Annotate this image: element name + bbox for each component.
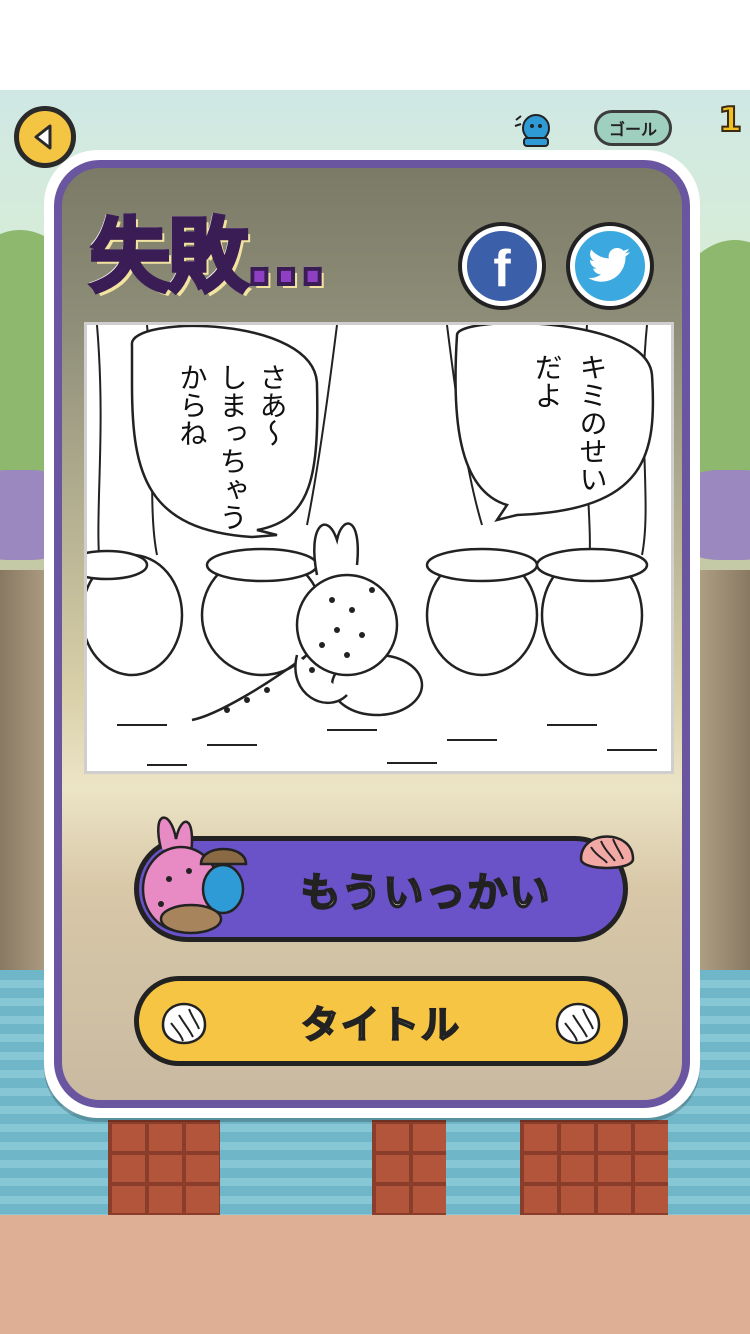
back-arrow-icon bbox=[34, 124, 52, 150]
bubble-left-line-1: さあ〜 bbox=[256, 363, 289, 447]
retry-label: もういっかい bbox=[300, 869, 552, 917]
comic-illustration: さあ〜 しまっちゃう からね キミのせい だよ bbox=[65, 321, 657, 766]
twitter-bird-icon bbox=[588, 248, 630, 282]
result-title: 失敗… bbox=[88, 208, 328, 305]
ground-strip bbox=[0, 1215, 750, 1334]
bubble-left-line-2: しまっちゃう bbox=[216, 363, 249, 531]
brick-column bbox=[372, 1120, 446, 1215]
shell-icon bbox=[161, 1002, 207, 1045]
brick-column bbox=[108, 1120, 220, 1215]
title-button[interactable]: タイトル bbox=[134, 976, 628, 1066]
brick-column bbox=[520, 1120, 668, 1215]
bubble-right-line-2: だよ bbox=[531, 353, 564, 409]
facebook-share-button[interactable]: f bbox=[462, 226, 542, 306]
bubble-right-line-1: キミのせい bbox=[576, 353, 609, 493]
title-label: タイトル bbox=[300, 1002, 461, 1048]
retry-button[interactable]: もういっかい bbox=[134, 816, 635, 942]
player-progress-icon bbox=[514, 114, 550, 147]
shell-icon bbox=[555, 1002, 601, 1045]
twitter-share-button[interactable] bbox=[570, 226, 650, 306]
result-dialog-body: 失敗… f さあ〜 しまっちゃう からね キミのせい だよ もういっかい タイト… bbox=[54, 160, 690, 1108]
goal-label: ゴール bbox=[608, 120, 657, 139]
characters-icon bbox=[141, 816, 248, 935]
score-counter: 1 bbox=[717, 99, 743, 141]
top-bar bbox=[0, 0, 750, 90]
comic-panel: さあ〜 しまっちゃう からね キミのせい だよ bbox=[65, 321, 674, 774]
goal-badge: ゴール bbox=[594, 110, 672, 146]
bubble-left-line-3: からね bbox=[176, 363, 209, 447]
facebook-icon: f bbox=[493, 240, 511, 298]
result-dialog: 失敗… f さあ〜 しまっちゃう からね キミのせい だよ もういっかい タイト… bbox=[44, 150, 700, 1118]
shell-icon bbox=[579, 835, 635, 870]
